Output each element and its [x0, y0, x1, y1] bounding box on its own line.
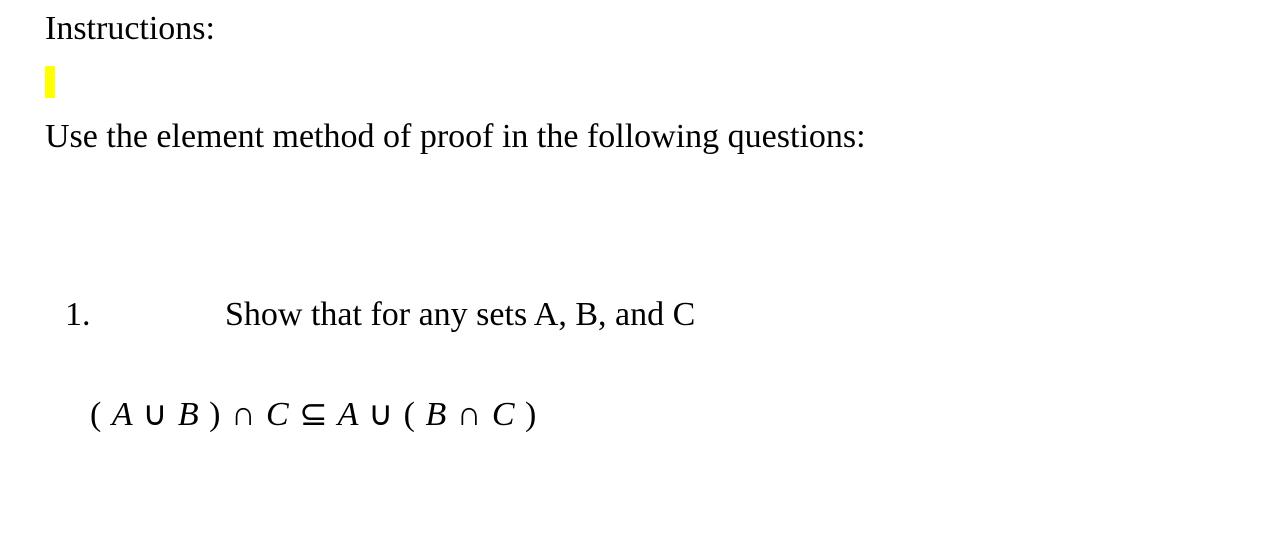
set-C: C: [492, 396, 516, 433]
left-paren: (: [90, 396, 112, 433]
union-op: ∪: [368, 396, 394, 433]
left-paren: (: [404, 396, 426, 433]
set-A: A: [112, 396, 133, 433]
set-B: B: [178, 396, 200, 433]
document-body: Instructions: Use the element method of …: [0, 0, 1267, 474]
instructions-heading: Instructions:: [45, 10, 1222, 48]
instructions-method-line: Use the element method of proof in the f…: [45, 118, 1222, 156]
right-paren: ): [200, 396, 222, 433]
set-B: B: [426, 396, 448, 433]
right-paren: ): [516, 396, 538, 433]
intersect-op: ∩: [457, 396, 483, 433]
text-cursor: [45, 66, 1222, 108]
question-prompt: Show that for any sets A, B, and C: [225, 296, 695, 334]
subset-op: ⊆: [299, 396, 329, 433]
question-formula: ( A ∪ B ) ∩ C ⊆ A ∪ ( B ∩ C ): [90, 394, 1222, 434]
question-number: 1.: [65, 296, 225, 334]
highlight-mark: [45, 66, 55, 98]
set-C: C: [266, 396, 290, 433]
set-A: A: [338, 396, 359, 433]
question-1-row: 1. Show that for any sets A, B, and C: [65, 296, 1222, 334]
intersect-op: ∩: [231, 396, 257, 433]
union-op: ∪: [142, 396, 168, 433]
